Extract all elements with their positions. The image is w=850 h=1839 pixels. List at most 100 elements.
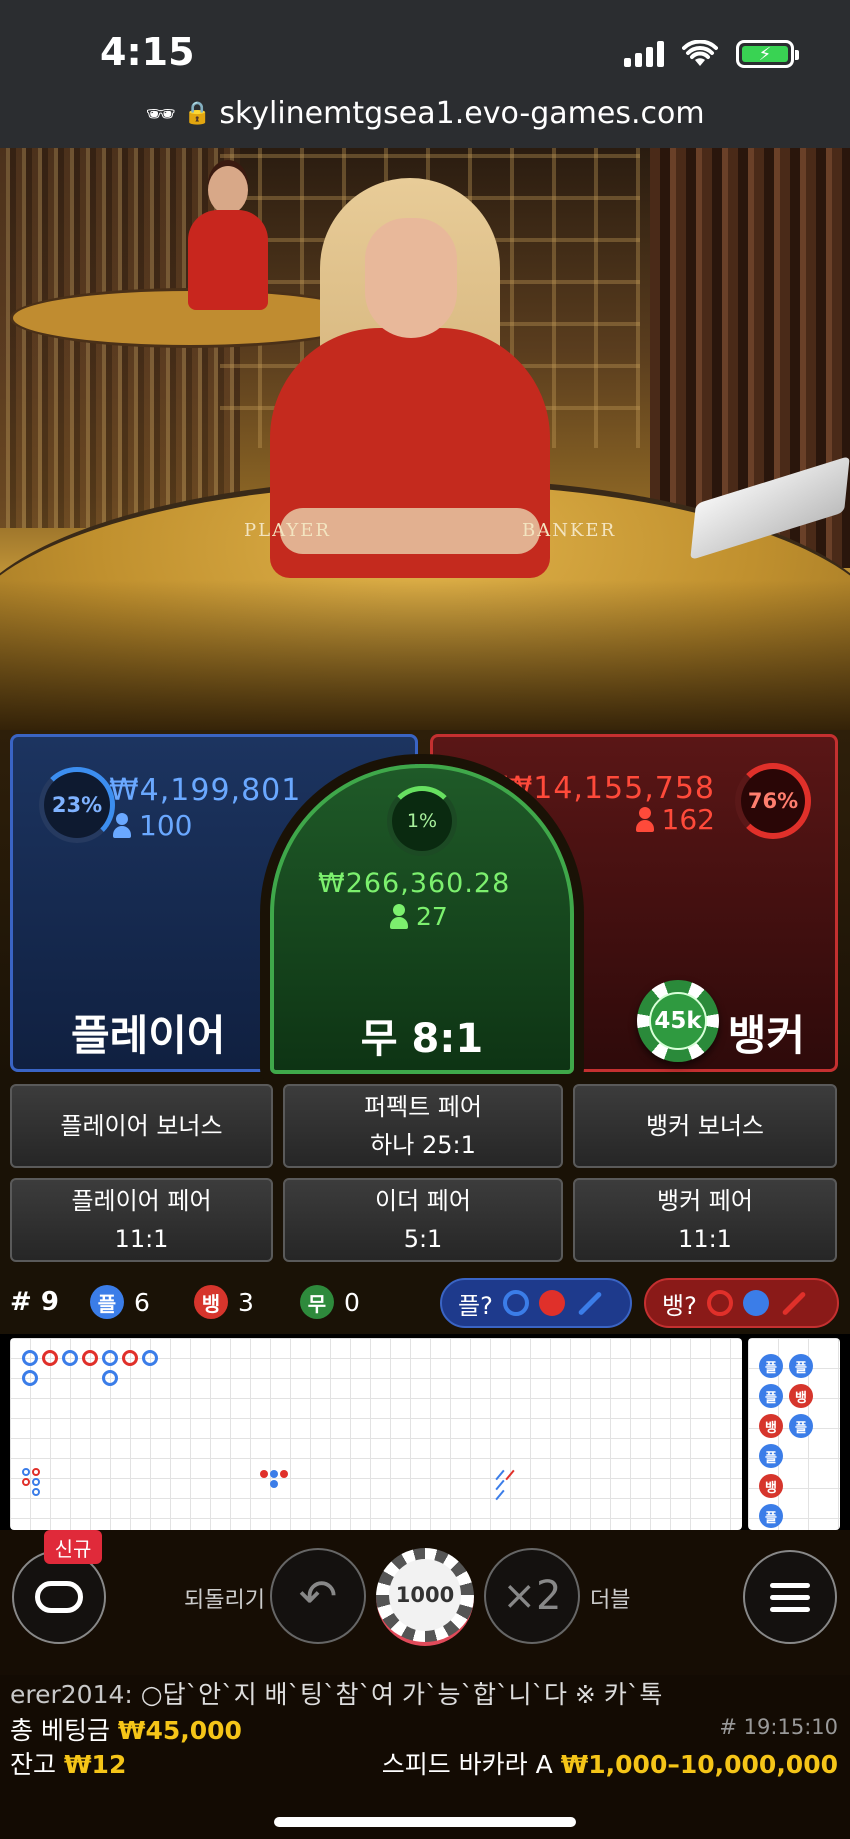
big-eye-ring-icon bbox=[502, 1290, 529, 1316]
player-wins-count: 6 bbox=[134, 1287, 150, 1317]
chat-text: ○답`안`지 배`팅`참`여 가`능`합`니`다 ※ 카`톡 bbox=[132, 1680, 663, 1709]
tie-total-amount: ₩266,360.28 bbox=[318, 868, 511, 899]
big-eye-mark bbox=[22, 1468, 30, 1476]
banker-label: 뱅커 bbox=[727, 1011, 805, 1060]
tie-bet-spot[interactable]: 1% ₩266,360.28 27 무 8:1 bbox=[270, 764, 574, 1074]
incognito-icon: 🕶 bbox=[145, 99, 176, 128]
banker-wins-count: 3 bbox=[238, 1287, 254, 1317]
table-text-banker: BANKER bbox=[522, 520, 617, 541]
url-text: skylinemtgsea1.evo-games.com bbox=[219, 96, 705, 131]
banker-pair-button[interactable]: 뱅커 페어 11:1 bbox=[573, 1178, 837, 1262]
undo-button[interactable]: ↶ bbox=[270, 1548, 366, 1644]
hamburger-menu-icon bbox=[770, 1582, 810, 1588]
player-label: 플레이어 bbox=[71, 1011, 226, 1060]
new-badge: 신규 bbox=[44, 1530, 102, 1564]
bead-item: 플 bbox=[789, 1354, 813, 1378]
lobby-button[interactable] bbox=[12, 1550, 106, 1644]
either-pair-button[interactable]: 이더 페어 5:1 bbox=[283, 1178, 563, 1262]
road-mark bbox=[102, 1370, 118, 1386]
round-stats: # 9 플6 뱅3 무0 플? 뱅? bbox=[0, 1270, 850, 1334]
bead-item: 플 bbox=[759, 1504, 783, 1528]
tie-stat: 무0 bbox=[300, 1285, 360, 1319]
predict-banker-button[interactable]: 뱅? bbox=[644, 1278, 839, 1328]
big-eye-mark bbox=[32, 1478, 40, 1486]
bead-item: 뱅 bbox=[759, 1414, 783, 1438]
double-label: 더블 bbox=[590, 1588, 631, 1613]
banker-total-amount: ₩14,155,758 bbox=[502, 771, 715, 806]
tie-count: 0 bbox=[344, 1287, 360, 1317]
cockroach-slash-icon bbox=[781, 1290, 807, 1316]
tie-bettor-count: 27 bbox=[390, 902, 448, 931]
round-number: # 9 bbox=[10, 1287, 59, 1317]
table-text-player: PLAYER bbox=[244, 520, 331, 541]
player-bettor-count: 100 bbox=[113, 809, 192, 842]
road-mark bbox=[122, 1350, 138, 1366]
big-eye-mark bbox=[32, 1488, 40, 1496]
perfect-pair-button[interactable]: 퍼펙트 페어 하나 25:1 bbox=[283, 1084, 563, 1168]
player-percent-ring: 23% bbox=[39, 767, 115, 843]
bead-item: 플 bbox=[759, 1384, 783, 1408]
total-bet: 총 베팅금 ₩45,000 bbox=[10, 1716, 242, 1745]
scoreboard-roads[interactable] bbox=[10, 1338, 742, 1530]
address-bar[interactable]: 🕶 🔒 skylinemtgsea1.evo-games.com bbox=[0, 96, 850, 131]
road-mark bbox=[102, 1350, 118, 1366]
tie-badge: 무 bbox=[300, 1285, 334, 1319]
road-mark bbox=[62, 1350, 78, 1366]
tie-label: 무 8:1 bbox=[360, 1016, 484, 1062]
small-road-mark bbox=[260, 1470, 268, 1478]
player-badge: 플 bbox=[90, 1285, 124, 1319]
chat-user: erer2014: bbox=[10, 1680, 133, 1709]
bottom-controls: 신규 되돌리기 ↶ 1000 ×2 더블 bbox=[0, 1530, 850, 1675]
cockroach-mark bbox=[495, 1489, 505, 1501]
person-icon bbox=[113, 812, 131, 839]
cockroach-slash-icon bbox=[577, 1290, 603, 1316]
cellular-signal-icon bbox=[624, 41, 664, 67]
undo-arrow-icon: ↶ bbox=[298, 1569, 338, 1623]
road-mark bbox=[22, 1370, 38, 1386]
side-bets: 플레이어 보너스 퍼펙트 페어 하나 25:1 뱅커 보너스 플레이어 페어 11:… bbox=[0, 1080, 850, 1270]
bead-item: 플 bbox=[759, 1354, 783, 1378]
predict-player-button[interactable]: 플? bbox=[440, 1278, 632, 1328]
bead-road[interactable]: 플 플 뱅 플 뱅 플 플 뱅 플 bbox=[748, 1338, 840, 1530]
road-mark bbox=[42, 1350, 58, 1366]
home-indicator[interactable] bbox=[274, 1817, 576, 1827]
bead-item: 플 bbox=[789, 1414, 813, 1438]
person-icon bbox=[390, 903, 408, 930]
menu-button[interactable] bbox=[743, 1550, 837, 1644]
wifi-icon bbox=[682, 40, 718, 66]
player-bonus-button[interactable]: 플레이어 보너스 bbox=[10, 1084, 273, 1168]
banker-wins-stat: 뱅3 bbox=[194, 1285, 254, 1319]
game-id: # 19:15:10 bbox=[719, 1715, 838, 1739]
small-road-mark bbox=[270, 1480, 278, 1488]
game-info: erer2014: ○답`안`지 배`팅`참`여 가`능`합`니`다 ※ 카`톡… bbox=[0, 1675, 850, 1839]
small-road-mark bbox=[270, 1470, 278, 1478]
betting-area: 23% ₩4,199,801 100 플레이어 76% ₩14,155,758 … bbox=[0, 730, 850, 1080]
cockroach-mark bbox=[495, 1469, 505, 1481]
double-button[interactable]: ×2 bbox=[484, 1548, 580, 1644]
road-mark bbox=[142, 1350, 158, 1366]
player-wins-stat: 플6 bbox=[90, 1285, 150, 1319]
bead-item: 뱅 bbox=[789, 1384, 813, 1408]
road-mark bbox=[22, 1350, 38, 1366]
table-limits[interactable]: 스피드 바카라 A ₩1,000–10,000,000 bbox=[382, 1745, 838, 1781]
small-road-dot-icon bbox=[742, 1290, 769, 1316]
lobby-icon bbox=[35, 1581, 83, 1613]
total-bet-value: ₩45,000 bbox=[117, 1716, 242, 1745]
big-eye-mark bbox=[32, 1468, 40, 1476]
chip-selector[interactable]: 1000 bbox=[376, 1548, 474, 1646]
live-video-stream: PLAYER BANKER bbox=[0, 148, 850, 730]
bead-item: 뱅 bbox=[759, 1474, 783, 1498]
cockroach-mark bbox=[495, 1479, 505, 1491]
status-bar: 4:15 ⚡ 🕶 🔒 skylinemtgsea1.evo-games.com bbox=[0, 0, 850, 148]
placed-chip[interactable]: 45k bbox=[637, 980, 719, 1062]
chat-message: erer2014: ○답`안`지 배`팅`참`여 가`능`합`니`다 ※ 카`톡 bbox=[10, 1675, 662, 1711]
bead-item: 플 bbox=[759, 1444, 783, 1468]
player-pair-button[interactable]: 플레이어 페어 11:1 bbox=[10, 1178, 273, 1262]
battery-charging-icon: ⚡ bbox=[736, 40, 799, 68]
banker-badge: 뱅 bbox=[194, 1285, 228, 1319]
player-total-amount: ₩4,199,801 bbox=[109, 773, 302, 808]
lock-icon: 🔒 bbox=[183, 101, 212, 126]
banker-bonus-button[interactable]: 뱅커 보너스 bbox=[573, 1084, 837, 1168]
dealer bbox=[250, 178, 590, 578]
big-eye-mark bbox=[22, 1478, 30, 1486]
